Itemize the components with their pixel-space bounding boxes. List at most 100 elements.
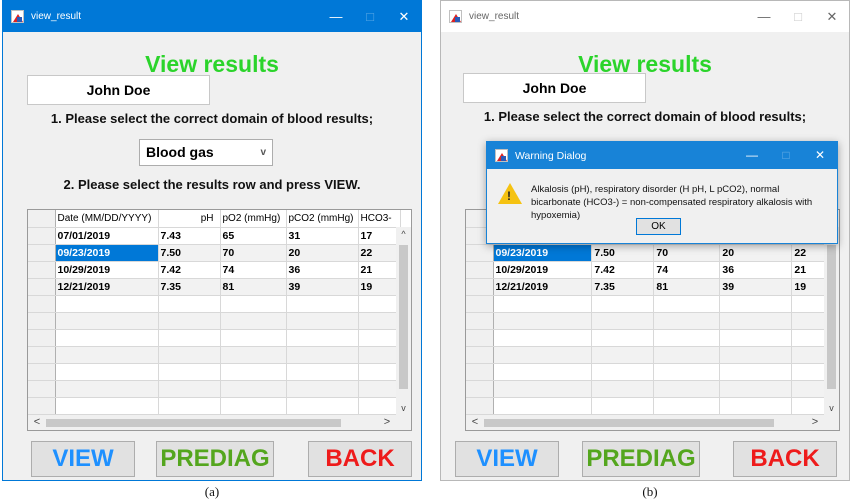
table-row[interactable] [466,329,833,347]
table-cell[interactable] [591,397,655,415]
table-cell[interactable]: 12/21/2019 [493,278,593,296]
table-cell[interactable] [220,397,287,415]
table-cell[interactable] [591,329,655,347]
table-cell[interactable] [358,346,401,364]
table-cell[interactable] [220,346,287,364]
row-header[interactable] [466,346,494,364]
table-cell[interactable] [286,329,359,347]
row-header[interactable] [28,244,56,262]
table-row[interactable] [466,363,833,381]
table-cell[interactable] [358,295,401,313]
table-row[interactable] [466,295,833,313]
table-cell[interactable]: 65 [220,227,287,245]
table-row[interactable] [28,295,401,313]
table-cell[interactable] [158,295,221,313]
table-cell[interactable] [358,397,401,415]
table-cell[interactable] [653,363,721,381]
view-button[interactable]: VIEW [31,441,135,477]
table-cell[interactable] [55,329,159,347]
prediag-button[interactable]: PREDIAG [582,441,700,477]
row-header[interactable] [28,227,56,245]
table-cell[interactable]: 20 [286,244,359,262]
scroll-right-icon[interactable]: > [808,415,822,430]
table-cell[interactable]: 74 [220,261,287,279]
table-row[interactable] [28,329,401,347]
row-header[interactable] [28,261,56,279]
row-header[interactable] [28,312,56,330]
vertical-scrollbar[interactable]: ^ v [824,227,839,415]
minimize-button[interactable]: — [319,1,353,32]
table-cell[interactable]: 81 [653,278,721,296]
minimize-button[interactable]: — [747,1,781,32]
table-cell[interactable] [286,346,359,364]
row-header[interactable] [466,397,494,415]
close-button[interactable]: ✕ [387,1,421,32]
close-button[interactable]: ✕ [803,142,837,169]
table-cell[interactable]: 7.35 [591,278,655,296]
table-cell[interactable]: 10/29/2019 [493,261,593,279]
row-header[interactable] [28,278,56,296]
table-row[interactable] [28,380,401,398]
table-cell[interactable] [286,380,359,398]
horizontal-scrollbar[interactable]: < > [466,415,824,430]
table-row[interactable] [466,380,833,398]
row-header[interactable] [28,295,56,313]
table-cell[interactable] [55,380,159,398]
table-row[interactable]: 09/23/2019 7.50 70 20 22 [28,244,401,262]
table-cell[interactable]: 10/29/2019 [55,261,159,279]
table-cell[interactable]: 31 [286,227,359,245]
column-header[interactable]: pO2 (mmHg) [220,210,287,228]
table-cell[interactable]: 21 [358,261,401,279]
table-cell[interactable] [220,295,287,313]
table-cell[interactable] [719,397,793,415]
table-cell[interactable] [719,346,793,364]
row-header[interactable] [466,380,494,398]
table-cell[interactable] [220,329,287,347]
table-cell[interactable]: 19 [358,278,401,296]
table-cell[interactable] [358,380,401,398]
scroll-up-icon[interactable]: ^ [396,229,411,239]
table-cell[interactable] [719,295,793,313]
row-header[interactable] [466,329,494,347]
table-cell[interactable]: 17 [358,227,401,245]
table-cell[interactable] [55,312,159,330]
domain-dropdown[interactable]: Blood gas v [139,139,273,166]
table-cell[interactable] [493,397,593,415]
table-row[interactable] [28,397,401,415]
table-row[interactable]: 07/01/20197.43653117 [28,227,401,245]
table-cell[interactable] [493,295,593,313]
scroll-thumb[interactable] [399,245,408,389]
table-cell[interactable] [55,346,159,364]
table-row[interactable]: 12/21/2019 7.35 81 39 19 [466,278,833,296]
row-header[interactable] [466,261,494,279]
table-cell[interactable]: 70 [220,244,287,262]
table-cell[interactable]: 22 [358,244,401,262]
table-row[interactable]: 12/21/2019 7.35 81 39 19 [28,278,401,296]
maximize-button[interactable]: □ [769,142,803,169]
table-cell[interactable] [55,397,159,415]
table-cell[interactable] [158,329,221,347]
row-header[interactable] [28,397,56,415]
maximize-button[interactable]: □ [781,1,815,32]
table-cell[interactable] [286,397,359,415]
table-cell[interactable] [286,312,359,330]
table-cell[interactable]: 7.50 [158,244,221,262]
patient-name-field[interactable]: John Doe [463,73,646,103]
table-cell[interactable] [591,312,655,330]
table-row[interactable] [28,363,401,381]
prediag-button[interactable]: PREDIAG [156,441,274,477]
table-cell[interactable] [591,363,655,381]
row-header[interactable] [466,295,494,313]
row-header[interactable] [466,312,494,330]
scroll-down-icon[interactable]: v [824,403,839,413]
table-cell[interactable]: 81 [220,278,287,296]
table-cell[interactable] [719,312,793,330]
scroll-left-icon[interactable]: < [468,415,482,430]
view-button[interactable]: VIEW [455,441,559,477]
row-header[interactable] [28,329,56,347]
table-cell[interactable]: 7.42 [591,261,655,279]
table-cell[interactable] [358,329,401,347]
table-cell[interactable]: 7.43 [158,227,221,245]
table-cell[interactable] [653,397,721,415]
table-cell[interactable]: 36 [286,261,359,279]
